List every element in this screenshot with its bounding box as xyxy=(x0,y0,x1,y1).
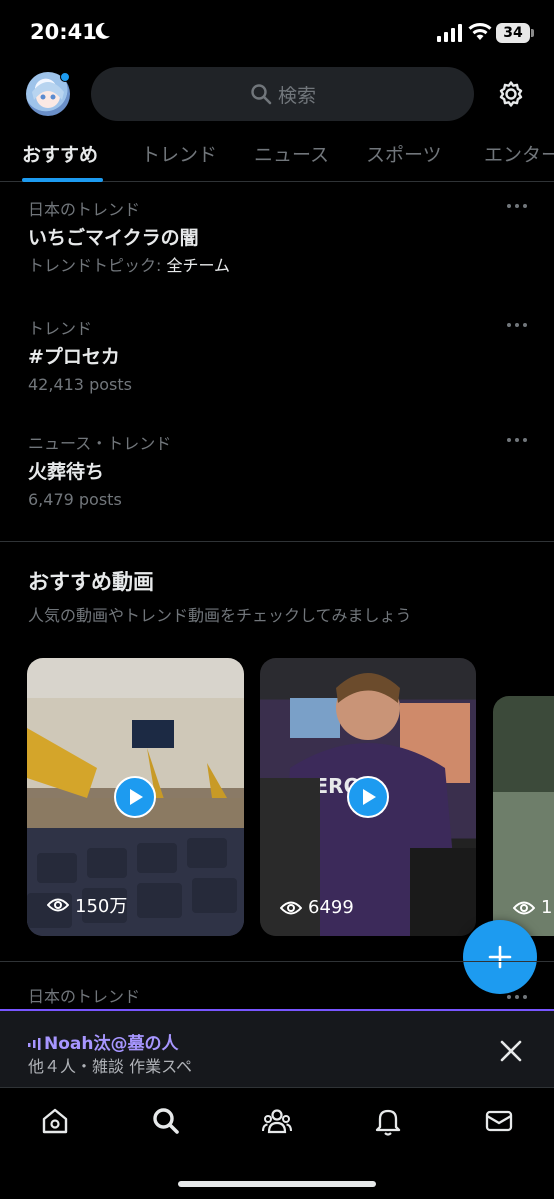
search-icon[interactable] xyxy=(151,1106,181,1136)
trend-topic-prefix: トレンドトピック: xyxy=(28,256,167,275)
home-indicator xyxy=(178,1181,376,1187)
compose-button[interactable] xyxy=(463,920,537,994)
more-icon[interactable] xyxy=(506,201,528,211)
audio-bars-icon xyxy=(28,1038,41,1050)
moon-icon xyxy=(95,22,110,39)
spaces-subtitle: 他４人・雑談 作業スペ xyxy=(28,1057,192,1076)
tab-trends[interactable]: トレンド xyxy=(141,140,217,167)
more-icon[interactable] xyxy=(506,320,528,330)
trend-category: ニュース・トレンド xyxy=(28,434,172,453)
spaces-dock[interactable]: Noah汰@墓の人 他４人・雑談 作業スペ xyxy=(0,1009,554,1087)
trend-item[interactable]: ニュース・トレンド 火葬待ち 6,479 posts xyxy=(28,433,528,511)
trend-title: いちごマイクラの闇 xyxy=(28,227,199,249)
trend-topic-value: 全チーム xyxy=(166,256,231,275)
video-views: 150万 xyxy=(47,892,127,918)
tab-entertainment[interactable]: エンター xyxy=(484,140,554,167)
spaces-host: Noah汰@墓の人 xyxy=(28,1029,178,1054)
video-view-count: 6499 xyxy=(308,897,354,918)
trend-category: トレンド xyxy=(28,319,93,338)
trend-item[interactable]: 日本のトレンド いちごマイクラの闇 トレンドトピック: 全チーム xyxy=(28,199,528,277)
play-icon xyxy=(130,789,143,805)
communities-icon[interactable] xyxy=(262,1106,292,1136)
videos-section-subtitle: 人気の動画やトレンド動画をチェックしてみましょう xyxy=(28,606,412,625)
search-input[interactable]: 検索 xyxy=(91,67,474,121)
video-card[interactable]: 1. xyxy=(493,696,554,936)
tab-recommended[interactable]: おすすめ xyxy=(22,140,98,167)
more-icon[interactable] xyxy=(506,992,528,1002)
wifi-icon xyxy=(468,23,492,40)
trend-category: 日本のトレンド xyxy=(28,987,141,1006)
status-time: 20:41 xyxy=(30,20,97,44)
search-placeholder: 検索 xyxy=(278,85,317,107)
notification-dot xyxy=(60,72,70,82)
tab-sports[interactable]: スポーツ xyxy=(366,140,442,167)
active-tab-indicator xyxy=(22,178,103,182)
plus-icon xyxy=(488,945,512,969)
section-divider xyxy=(0,541,554,542)
eye-icon xyxy=(280,901,302,914)
video-view-count: 1. xyxy=(541,897,554,918)
play-button[interactable] xyxy=(114,776,156,818)
video-views: 6499 xyxy=(280,897,354,918)
play-button[interactable] xyxy=(347,776,389,818)
bell-icon[interactable] xyxy=(373,1106,403,1136)
more-icon[interactable] xyxy=(506,435,528,445)
trend-title: 火葬待ち xyxy=(28,461,105,483)
section-divider xyxy=(0,961,554,962)
home-icon[interactable] xyxy=(40,1106,70,1136)
video-card[interactable]: 150万 xyxy=(27,658,244,936)
play-icon xyxy=(363,789,376,805)
spaces-host-name: Noah汰@墓の人 xyxy=(44,1034,179,1054)
tab-news[interactable]: ニュース xyxy=(254,140,329,167)
video-card[interactable]: ZERO 6499 xyxy=(260,658,476,936)
trend-post-count: 42,413 posts xyxy=(28,375,132,394)
trend-topic: トレンドトピック: 全チーム xyxy=(28,255,528,277)
eye-icon xyxy=(47,898,69,912)
trend-item[interactable]: 日本のトレンド xyxy=(28,986,528,1008)
explore-tabs: おすすめ トレンド ニュース スポーツ エンター xyxy=(0,128,554,182)
trend-post-count: 6,479 posts xyxy=(28,490,122,509)
mail-icon[interactable] xyxy=(484,1106,514,1136)
videos-section-title: おすすめ動画 xyxy=(28,570,154,594)
trend-item[interactable]: トレンド #プロセカ 42,413 posts xyxy=(28,318,528,396)
eye-icon xyxy=(513,901,535,914)
signal-icon xyxy=(437,24,462,42)
trend-category: 日本のトレンド xyxy=(28,200,141,219)
battery-tip xyxy=(531,29,534,37)
status-bar: 20:41 34 xyxy=(0,0,554,62)
search-icon xyxy=(251,84,272,105)
gear-icon[interactable] xyxy=(496,79,526,109)
close-icon[interactable] xyxy=(499,1039,523,1063)
video-views: 1. xyxy=(513,897,554,918)
battery-indicator: 34 xyxy=(496,23,530,43)
trend-title: #プロセカ xyxy=(28,346,120,368)
video-view-count: 150万 xyxy=(75,896,128,917)
